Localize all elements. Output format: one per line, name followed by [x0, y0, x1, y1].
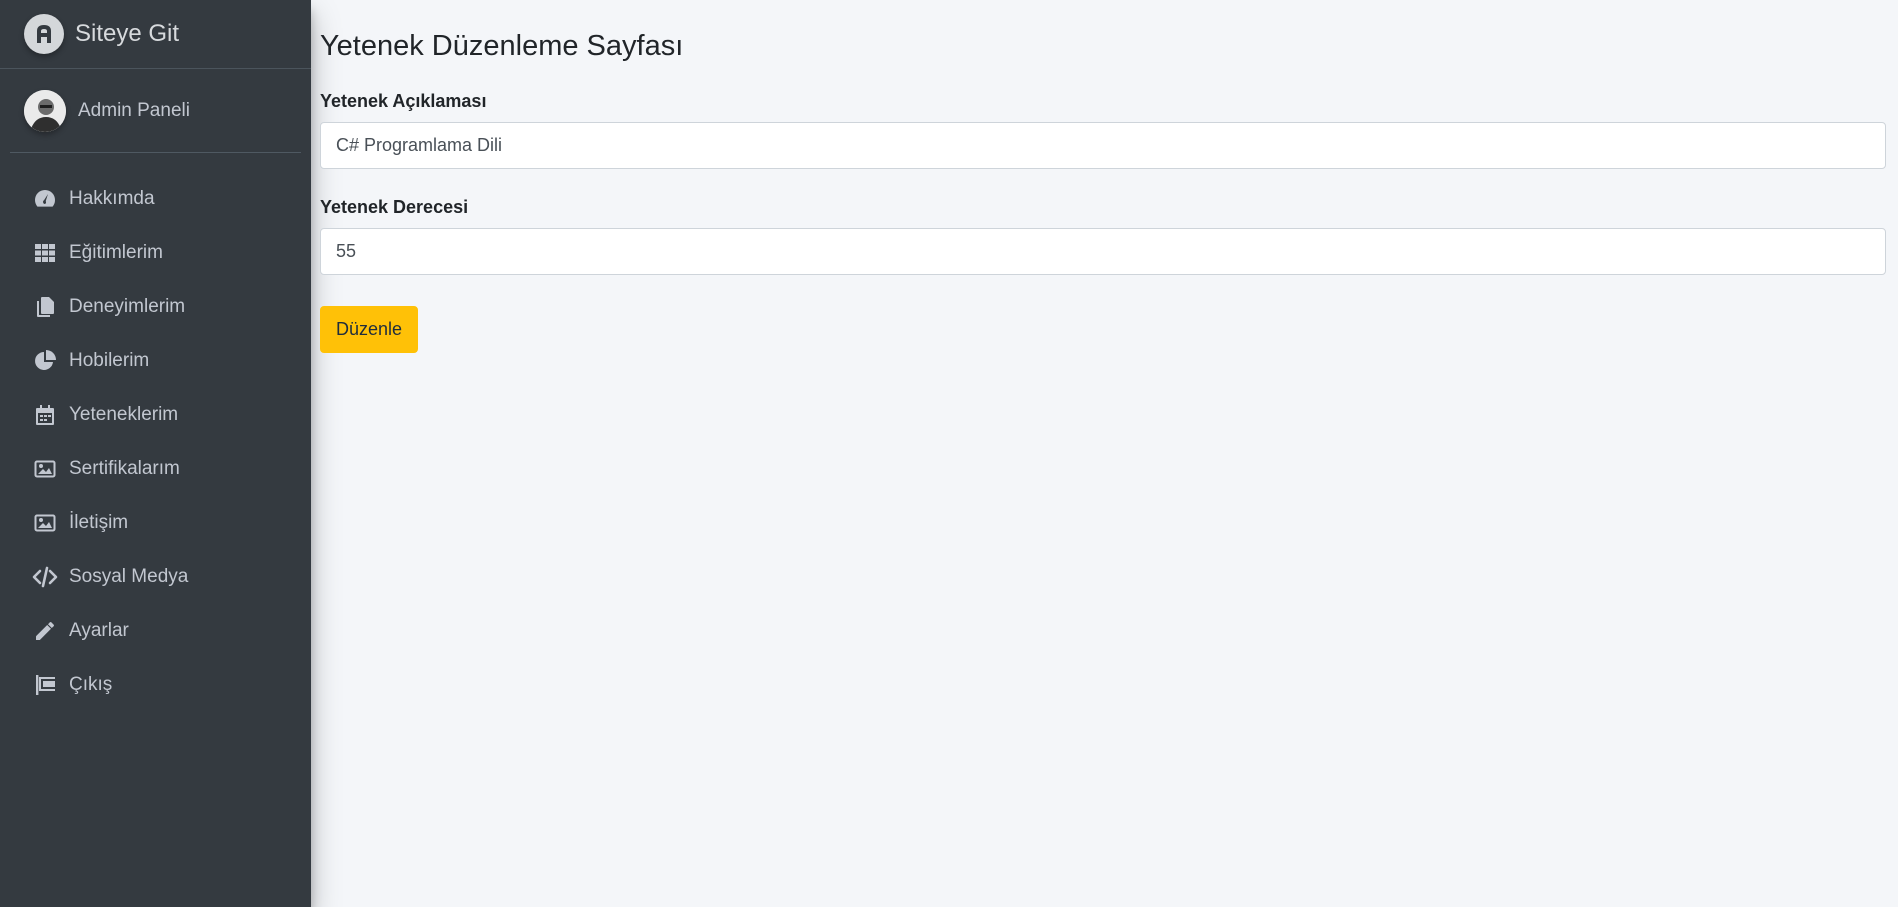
sidebar-item-ayarlar[interactable]: Ayarlar: [0, 604, 311, 658]
sidebar-item-sertifikalarim[interactable]: Sertifikalarım: [0, 442, 311, 496]
user-name: Admin Paneli: [78, 99, 190, 121]
sidebar-item-label: Çıkış: [69, 674, 113, 695]
sidebar-item-label: Ayarlar: [69, 620, 129, 641]
sidebar-item-label: Hakkımda: [69, 188, 155, 209]
brand-link[interactable]: Siteye Git: [0, 0, 311, 69]
sidebar: Siteye Git Admin Paneli Hakkımda Eğitiml…: [0, 0, 311, 907]
copy-icon: [32, 294, 58, 320]
skill-description-label: Yetenek Açıklaması: [320, 91, 487, 111]
main-content: Yetenek Düzenleme Sayfası Yetenek Açıkla…: [320, 0, 1886, 353]
grid-icon: [32, 240, 58, 266]
flag-icon: [32, 672, 58, 698]
sidebar-item-label: Eğitimlerim: [69, 242, 163, 263]
sidebar-item-label: Sertifikalarım: [69, 458, 180, 479]
sidebar-nav: Hakkımda Eğitimlerim Deneyimlerim Hobile…: [0, 172, 311, 712]
sidebar-item-label: Yeteneklerim: [69, 404, 179, 425]
submit-button[interactable]: Düzenle: [320, 306, 419, 353]
skill-level-label: Yetenek Derecesi: [320, 197, 469, 217]
sidebar-item-label: Deneyimlerim: [69, 296, 186, 317]
sidebar-item-hobilerim[interactable]: Hobilerim: [0, 334, 311, 388]
sidebar-item-iletisim[interactable]: İletişim: [0, 496, 311, 550]
user-panel[interactable]: Admin Paneli: [10, 69, 301, 153]
sidebar-item-yeteneklerim[interactable]: Yeteneklerim: [0, 388, 311, 442]
brand-logo-icon: [24, 14, 64, 54]
calendar-icon: [32, 402, 58, 428]
skill-description-input[interactable]: [320, 122, 1886, 169]
tachometer-icon: [32, 186, 58, 212]
sidebar-item-egitimlerim[interactable]: Eğitimlerim: [0, 226, 311, 280]
sidebar-item-hakkimda[interactable]: Hakkımda: [0, 172, 311, 226]
code-icon: [32, 564, 58, 590]
image-icon: [32, 510, 58, 536]
skill-level-input[interactable]: [320, 228, 1886, 275]
sidebar-item-sosyal-medya[interactable]: Sosyal Medya: [0, 550, 311, 604]
sidebar-item-label: İletişim: [69, 512, 129, 533]
image-icon: [32, 456, 58, 482]
page-title: Yetenek Düzenleme Sayfası: [320, 30, 684, 62]
sidebar-item-deneyimlerim[interactable]: Deneyimlerim: [0, 280, 311, 334]
pencil-icon: [32, 618, 58, 644]
sidebar-item-label: Sosyal Medya: [69, 566, 189, 587]
brand-text: Siteye Git: [75, 20, 180, 47]
skill-edit-form: Yetenek Açıklaması Yetenek Derecesi Düze…: [320, 91, 1886, 353]
chart-pie-icon: [32, 348, 58, 374]
avatar: [24, 89, 66, 132]
sidebar-item-cikis[interactable]: Çıkış: [0, 658, 311, 712]
sidebar-item-label: Hobilerim: [69, 350, 150, 371]
